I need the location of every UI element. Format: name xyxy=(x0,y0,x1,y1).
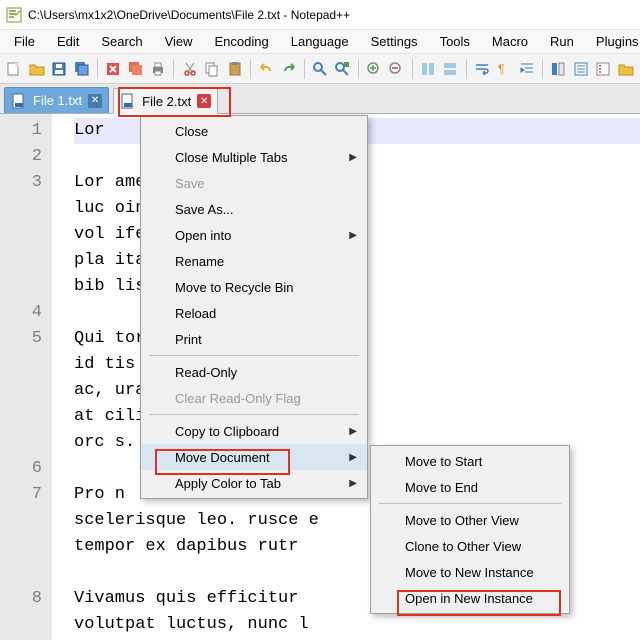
submenu-arrow-icon: ▶ xyxy=(349,426,357,437)
menu-separator xyxy=(379,503,561,504)
sync-v-icon[interactable] xyxy=(418,58,439,80)
title-bar: C:\Users\mx1x2\OneDrive\Documents\File 2… xyxy=(0,0,640,30)
toolbar-separator xyxy=(358,59,359,79)
menu-search[interactable]: Search xyxy=(91,32,152,51)
save-all-icon[interactable] xyxy=(72,58,93,80)
ctx-open-new-instance[interactable]: Open in New Instance xyxy=(371,585,569,611)
close-icon[interactable]: ✕ xyxy=(197,94,211,108)
toolbar-separator xyxy=(97,59,98,79)
copy-icon[interactable] xyxy=(202,58,223,80)
func-list-icon[interactable] xyxy=(593,58,614,80)
menu-language[interactable]: Language xyxy=(281,32,359,51)
window-title: C:\Users\mx1x2\OneDrive\Documents\File 2… xyxy=(28,8,350,22)
file-icon xyxy=(11,93,27,109)
tab-file-1[interactable]: File 1.txt ✕ xyxy=(4,87,109,113)
replace-icon[interactable] xyxy=(332,58,353,80)
ctx-apply-color[interactable]: Apply Color to Tab▶ xyxy=(141,470,367,496)
ctx-clear-read-only: Clear Read-Only Flag xyxy=(141,385,367,411)
tab-file-2[interactable]: File 2.txt ✕ xyxy=(113,88,218,114)
menu-tools[interactable]: Tools xyxy=(430,32,480,51)
menu-separator xyxy=(149,355,359,356)
ctx-reload[interactable]: Reload xyxy=(141,300,367,326)
sync-h-icon[interactable] xyxy=(440,58,461,80)
menu-plugins[interactable]: Plugins xyxy=(586,32,640,51)
menu-encoding[interactable]: Encoding xyxy=(205,32,279,51)
ctx-move-document[interactable]: Move Document▶ xyxy=(141,444,367,470)
submenu-arrow-icon: ▶ xyxy=(349,452,357,463)
submenu-arrow-icon: ▶ xyxy=(349,478,357,489)
ctx-open-into[interactable]: Open into▶ xyxy=(141,222,367,248)
doc-list-icon[interactable] xyxy=(570,58,591,80)
save-icon[interactable] xyxy=(49,58,70,80)
menu-run[interactable]: Run xyxy=(540,32,584,51)
all-chars-icon[interactable]: ¶ xyxy=(494,58,515,80)
open-file-icon[interactable] xyxy=(27,58,48,80)
svg-text:¶: ¶ xyxy=(498,62,504,76)
toolbar-separator xyxy=(466,59,467,79)
wordwrap-icon[interactable] xyxy=(471,58,492,80)
toolbar: ¶ xyxy=(0,54,640,84)
menu-macro[interactable]: Macro xyxy=(482,32,538,51)
ctx-close[interactable]: Close xyxy=(141,118,367,144)
app-icon xyxy=(6,7,22,23)
undo-icon[interactable] xyxy=(256,58,277,80)
ctx-print[interactable]: Print xyxy=(141,326,367,352)
menu-settings[interactable]: Settings xyxy=(361,32,428,51)
ctx-move-other-view[interactable]: Move to Other View xyxy=(371,507,569,533)
indent-icon[interactable] xyxy=(516,58,537,80)
cut-icon[interactable] xyxy=(179,58,200,80)
find-icon[interactable] xyxy=(310,58,331,80)
menu-separator xyxy=(149,414,359,415)
menu-edit[interactable]: Edit xyxy=(47,32,89,51)
submenu-arrow-icon: ▶ xyxy=(349,230,357,241)
close-all-icon[interactable] xyxy=(125,58,146,80)
close-icon[interactable] xyxy=(103,58,124,80)
ctx-move-end[interactable]: Move to End xyxy=(371,474,569,500)
new-file-icon[interactable] xyxy=(4,58,25,80)
print-icon[interactable] xyxy=(148,58,169,80)
redo-icon[interactable] xyxy=(278,58,299,80)
ctx-move-start[interactable]: Move to Start xyxy=(371,448,569,474)
file-icon xyxy=(120,93,136,109)
tab-label: File 2.txt xyxy=(142,94,191,109)
folder-icon[interactable] xyxy=(615,58,636,80)
submenu-arrow-icon: ▶ xyxy=(349,152,357,163)
ctx-recycle[interactable]: Move to Recycle Bin xyxy=(141,274,367,300)
toolbar-separator xyxy=(304,59,305,79)
ctx-save-as[interactable]: Save As... xyxy=(141,196,367,222)
tab-label: File 1.txt xyxy=(33,93,82,108)
doc-map-icon[interactable] xyxy=(548,58,569,80)
ctx-read-only[interactable]: Read-Only xyxy=(141,359,367,385)
ctx-move-new-instance[interactable]: Move to New Instance xyxy=(371,559,569,585)
ctx-rename[interactable]: Rename xyxy=(141,248,367,274)
menu-view[interactable]: View xyxy=(155,32,203,51)
ctx-copy-clipboard[interactable]: Copy to Clipboard▶ xyxy=(141,418,367,444)
zoom-in-icon[interactable] xyxy=(364,58,385,80)
ctx-clone-other-view[interactable]: Clone to Other View xyxy=(371,533,569,559)
toolbar-separator xyxy=(542,59,543,79)
menu-bar: File Edit Search View Encoding Language … xyxy=(0,30,640,54)
close-icon[interactable]: ✕ xyxy=(88,94,102,108)
ctx-save: Save xyxy=(141,170,367,196)
toolbar-separator xyxy=(412,59,413,79)
menu-file[interactable]: File xyxy=(4,32,45,51)
tab-bar: File 1.txt ✕ File 2.txt ✕ xyxy=(0,84,640,114)
move-document-submenu: Move to Start Move to End Move to Other … xyxy=(370,445,570,614)
line-number-gutter: 1 2 3 4 5 6 7 8 xyxy=(0,114,52,640)
zoom-out-icon[interactable] xyxy=(386,58,407,80)
paste-icon[interactable] xyxy=(224,58,245,80)
toolbar-separator xyxy=(173,59,174,79)
toolbar-separator xyxy=(250,59,251,79)
ctx-close-multiple[interactable]: Close Multiple Tabs▶ xyxy=(141,144,367,170)
tab-context-menu: Close Close Multiple Tabs▶ Save Save As.… xyxy=(140,115,368,499)
